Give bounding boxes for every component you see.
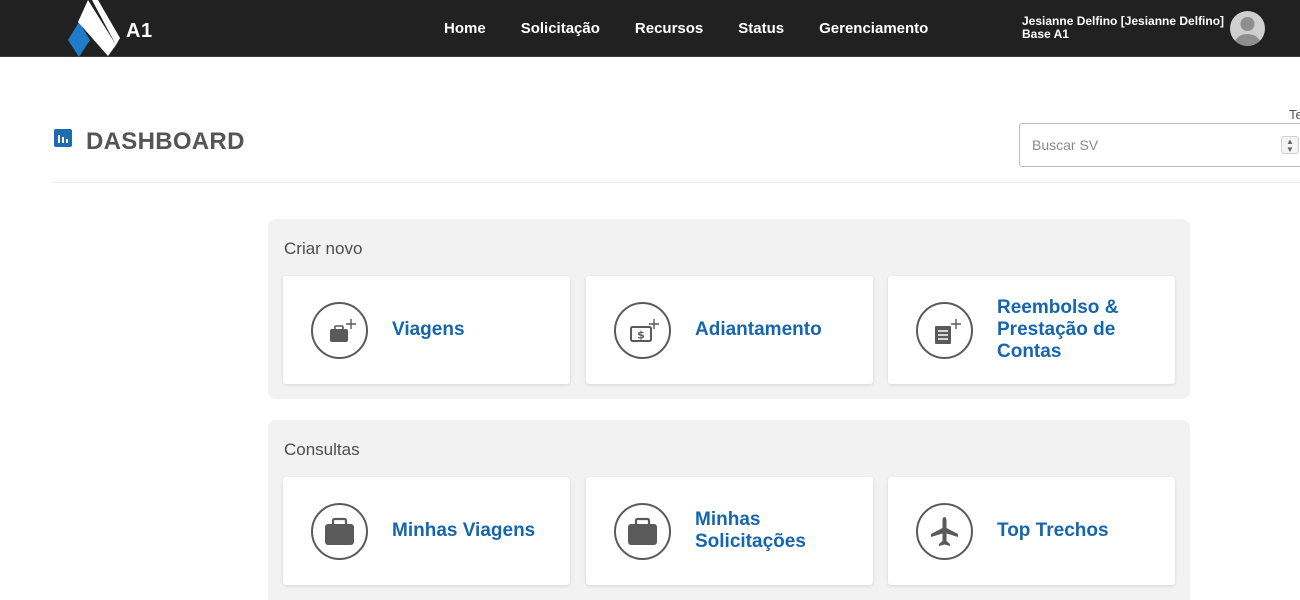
svg-text:$: $ xyxy=(637,329,645,342)
money-plus-icon: $ xyxy=(614,302,671,359)
search-input[interactable] xyxy=(1020,124,1300,166)
airplane-icon xyxy=(916,503,973,560)
nav-recursos[interactable]: Recursos xyxy=(635,20,703,37)
user-avatar-icon xyxy=(1234,17,1261,46)
card-viagens[interactable]: Viagens xyxy=(283,276,570,384)
spinner-arrows-icon[interactable]: ▲ ▼ xyxy=(1281,136,1299,154)
logo-mark-icon xyxy=(68,0,120,57)
filter-label: Te xyxy=(1289,107,1300,122)
panel-title: Criar novo xyxy=(284,239,363,258)
card-label: Viagens xyxy=(392,319,465,340)
nav-solicitacao[interactable]: Solicitação xyxy=(521,20,600,37)
search-sv-field[interactable]: ▲▼ xyxy=(1019,123,1300,167)
main-nav: Home Solicitação Recursos Status Gerenci… xyxy=(444,20,963,37)
user-info[interactable]: Jesianne Delfino [Jesianne Delfino] Base… xyxy=(1022,15,1224,41)
panel-title: Consultas xyxy=(284,440,360,459)
card-adiantamento[interactable]: $ Adiantamento xyxy=(586,276,873,384)
receipt-plus-icon xyxy=(916,302,973,359)
top-navbar: A1 Home Solicitação Recursos Status Gere… xyxy=(0,0,1300,57)
briefcase-icon xyxy=(614,503,671,560)
header-divider xyxy=(52,182,1300,183)
page-title: DASHBOARD xyxy=(86,128,245,155)
card-top-trechos[interactable]: Top Trechos xyxy=(888,477,1175,585)
avatar[interactable] xyxy=(1230,11,1265,46)
nav-status[interactable]: Status xyxy=(738,20,784,37)
brand-logo[interactable] xyxy=(68,0,168,57)
card-label: Adiantamento xyxy=(695,319,822,340)
card-minhas-viagens[interactable]: Minhas Viagens xyxy=(283,477,570,585)
nav-gerenciamento[interactable]: Gerenciamento xyxy=(819,20,928,37)
briefcase-icon xyxy=(311,503,368,560)
card-label: Reembolso & Prestação de Contas xyxy=(997,297,1119,362)
brand-name: A1 xyxy=(126,20,153,42)
card-label: Top Trechos xyxy=(997,520,1109,541)
briefcase-plus-icon xyxy=(311,302,368,359)
card-label: Minhas Viagens xyxy=(392,520,536,541)
dashboard-icon xyxy=(54,129,72,147)
user-base: Base A1 xyxy=(1022,27,1069,41)
nav-home[interactable]: Home xyxy=(444,20,486,37)
card-reembolso[interactable]: Reembolso & Prestação de Contas xyxy=(888,276,1175,384)
card-label: Minhas Solicitações xyxy=(695,509,806,552)
consultas-panel: Consultas Minhas Viagens Minhas Solicita… xyxy=(268,420,1190,600)
card-minhas-solicitacoes[interactable]: Minhas Solicitações xyxy=(586,477,873,585)
criar-novo-panel: Criar novo Viagens $ Adiantamento Reembo… xyxy=(268,219,1190,399)
